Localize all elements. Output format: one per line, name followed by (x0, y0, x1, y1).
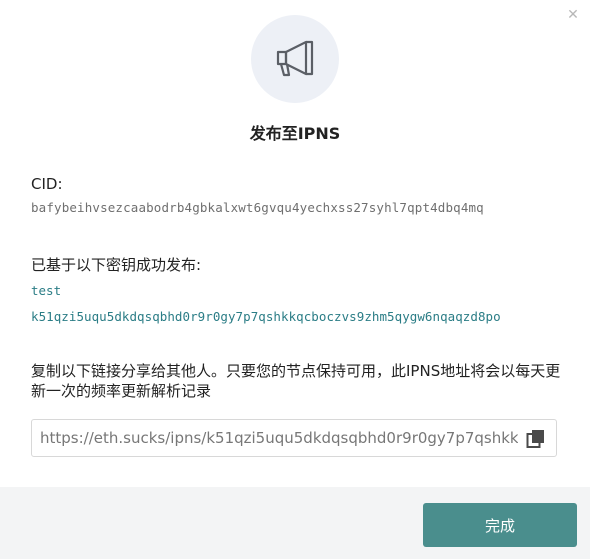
key-name: test (31, 283, 62, 298)
done-button[interactable]: 完成 (423, 503, 577, 547)
share-description: 复制以下链接分享给其他人。只要您的节点保持可用，此IPNS地址将会以每天更新一次… (31, 362, 561, 400)
key-id: k51qzi5uqu5dkdqsqbhd0r9r0gy7p7qshkkqcboc… (31, 309, 501, 324)
dialog-title: 发布至IPNS (249, 124, 341, 143)
cid-label: CID: (31, 175, 63, 193)
close-icon[interactable]: ✕ (564, 6, 582, 24)
share-link-input[interactable] (40, 420, 518, 456)
key-label: 已基于以下密钥成功发布: (31, 256, 202, 274)
copy-icon[interactable] (526, 429, 546, 449)
publish-ipns-dialog: ✕ 发布至IPNS CID: bafybeihvsezcaabodrb4gbka… (0, 0, 590, 559)
dialog-footer: 完成 (0, 487, 590, 559)
megaphone-icon (276, 40, 314, 77)
cid-value: bafybeihvsezcaabodrb4gbkalxwt6gvqu4yechx… (31, 200, 484, 215)
hero-badge (251, 15, 339, 103)
share-link-field (31, 419, 557, 457)
